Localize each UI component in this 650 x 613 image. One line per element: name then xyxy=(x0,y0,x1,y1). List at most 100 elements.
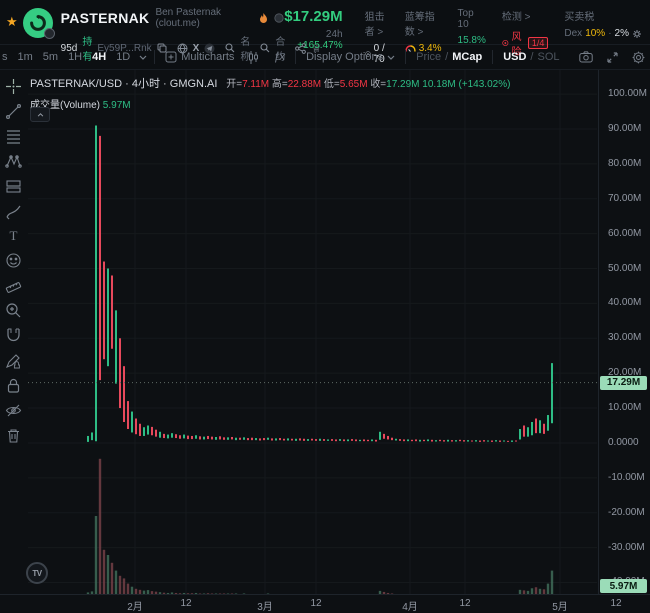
timeframe-5m[interactable]: 5m xyxy=(38,51,63,63)
time-axis-label: 12 xyxy=(180,598,192,609)
tax-stat[interactable]: 买卖税 Dex 10% · 2% xyxy=(564,8,642,39)
top10-value: 15.8% xyxy=(457,35,486,46)
price-axis[interactable]: 100.00M 90.00M 80.00M 70.00M 60.00M 50.00M 40.… xyxy=(598,70,650,594)
token-name: PASTERNAK xyxy=(60,10,150,26)
change-value: +165.47% xyxy=(297,40,343,51)
tax-buy-value: 10% xyxy=(585,28,606,39)
close-value: 17.29M xyxy=(386,79,420,90)
bluechip-stat[interactable]: 蓝筹指数 > 3.4% xyxy=(405,8,442,54)
sol-option[interactable]: SOL xyxy=(537,51,559,63)
remove-drawings-trash-icon[interactable] xyxy=(5,427,22,444)
price-axis-label: 100.00M xyxy=(608,88,647,100)
time-axis-label: 12 xyxy=(610,598,622,609)
multicharts-button[interactable]: Multicharts xyxy=(158,51,241,63)
price-axis-label: -20.00M xyxy=(608,506,645,518)
magnet-tool-icon[interactable] xyxy=(5,327,22,344)
price-chart-canvas[interactable] xyxy=(0,70,650,594)
risk-count-badge: 1/4 xyxy=(527,37,549,49)
price-axis-label: 0.0000 xyxy=(608,436,639,448)
text-tool-icon[interactable]: T xyxy=(10,228,18,244)
chevron-up-icon xyxy=(37,112,43,117)
zoom-in-tool-icon[interactable] xyxy=(5,302,22,319)
brush-tool-icon[interactable] xyxy=(5,203,22,220)
mcap-option[interactable]: MCap xyxy=(452,51,482,63)
price-axis-label: 10.00M xyxy=(608,402,642,414)
chart-area[interactable]: T PASTERNAK/USD · 4小时 · GMGN.AI 开=7.11M … xyxy=(0,70,650,613)
slash: / xyxy=(445,51,449,63)
price-axis-label: 50.00M xyxy=(608,262,642,274)
fib-retracement-tool-icon[interactable] xyxy=(5,128,22,145)
time-axis-label: 3月 xyxy=(257,602,273,613)
timeframe-1d[interactable]: 1D xyxy=(111,51,135,63)
flame-icon xyxy=(259,12,268,24)
token-header: ★ PASTERNAK Ben Pasternak (clout.me) 95d… xyxy=(0,0,650,65)
emoji-tool-icon[interactable] xyxy=(5,252,22,269)
time-axis-label: 12 xyxy=(459,598,471,609)
trend-line-tool-icon[interactable] xyxy=(5,103,22,120)
open-label: 开= xyxy=(226,79,243,90)
timeframe-1h[interactable]: 1H xyxy=(63,51,87,63)
price-axis-label: 90.00M xyxy=(608,122,642,134)
low-value: 5.65M xyxy=(339,79,368,90)
market-cap-value: $17.29M xyxy=(284,8,343,25)
token-subtitle: Ben Pasternak (clout.me) xyxy=(155,7,222,29)
change-percent: (+143.02%) xyxy=(458,79,511,90)
timeframe-1s[interactable]: s xyxy=(0,51,13,63)
slash: / xyxy=(530,51,534,63)
multicharts-icon xyxy=(165,51,177,63)
time-axis-label: 5月 xyxy=(552,602,568,613)
tax-label: 买卖税 xyxy=(564,12,595,23)
price-axis-label: 80.00M xyxy=(608,157,642,169)
time-axis[interactable]: 2月 12 3月 12 4月 12 5月 12 xyxy=(0,594,650,613)
screenshot-camera-icon[interactable] xyxy=(572,51,600,63)
change-period-label: 24h xyxy=(325,29,343,40)
high-label: 高= xyxy=(271,79,288,90)
current-volume-badge: 5.97M xyxy=(600,579,647,593)
price-axis-label: 30.00M xyxy=(608,332,642,344)
indicators-fx-button[interactable]: ƒx xyxy=(266,51,292,63)
measure-ruler-tool-icon[interactable] xyxy=(5,277,22,294)
time-axis-label: 12 xyxy=(310,598,322,609)
series-title: PASTERNAK/USD · 4小时 · GMGN.AI xyxy=(30,78,218,90)
time-axis-label: 4月 xyxy=(402,602,418,613)
tax-sell-value: 2% xyxy=(614,28,629,39)
token-avatar[interactable] xyxy=(22,8,55,39)
open-value: 7.11M xyxy=(242,79,270,90)
top10-stat[interactable]: Top 10 15.8% xyxy=(458,8,486,46)
close-label: 收= xyxy=(370,79,387,90)
usd-sol-toggle[interactable]: USD / SOL xyxy=(496,51,566,63)
high-value: 22.88M xyxy=(287,79,322,90)
price-option[interactable]: Price xyxy=(416,51,441,63)
drawing-edit-lock-tool-icon[interactable] xyxy=(5,352,22,369)
lock-drawings-tool-icon[interactable] xyxy=(5,377,22,394)
bot-gear-icon xyxy=(633,29,641,38)
price-axis-label: 60.00M xyxy=(608,227,642,239)
price-axis-label: -10.00M xyxy=(608,471,645,483)
timeframe-4h[interactable]: 4H xyxy=(87,51,111,63)
tax-dex-label: Dex xyxy=(564,28,583,39)
xabcd-pattern-tool-icon[interactable] xyxy=(5,153,22,170)
candle-style-icon[interactable] xyxy=(241,50,266,64)
dev-badge-icon xyxy=(274,13,284,23)
timeframe-1m[interactable]: 1m xyxy=(13,51,38,63)
drawing-toolbar: T xyxy=(0,78,27,444)
favorite-star-icon[interactable]: ★ xyxy=(6,14,18,30)
crosshair-tool-icon[interactable] xyxy=(5,78,22,95)
chart-settings-gear-icon[interactable] xyxy=(625,51,650,64)
long-position-tool-icon[interactable] xyxy=(5,178,22,195)
price-axis-label: 40.00M xyxy=(608,297,642,309)
fullscreen-icon[interactable] xyxy=(600,51,625,63)
timeframe-chevron-down-icon[interactable] xyxy=(135,55,151,60)
price-mcap-toggle[interactable]: Price / MCap xyxy=(409,51,489,63)
token-logo-swirl xyxy=(29,14,46,31)
detect-label: 检测 > xyxy=(501,12,531,23)
display-options-label: Display Options xyxy=(306,51,384,63)
tradingview-logo[interactable]: TV xyxy=(26,562,48,584)
risk-icon xyxy=(502,39,509,47)
legend-collapse-button[interactable] xyxy=(30,107,50,122)
usd-option[interactable]: USD xyxy=(503,51,526,63)
hide-drawings-eye-icon[interactable] xyxy=(5,402,22,419)
time-axis-label: 2月 xyxy=(127,602,143,613)
volume-value: 5.97M xyxy=(102,100,131,111)
display-options-button[interactable]: Display Options xyxy=(299,51,402,63)
